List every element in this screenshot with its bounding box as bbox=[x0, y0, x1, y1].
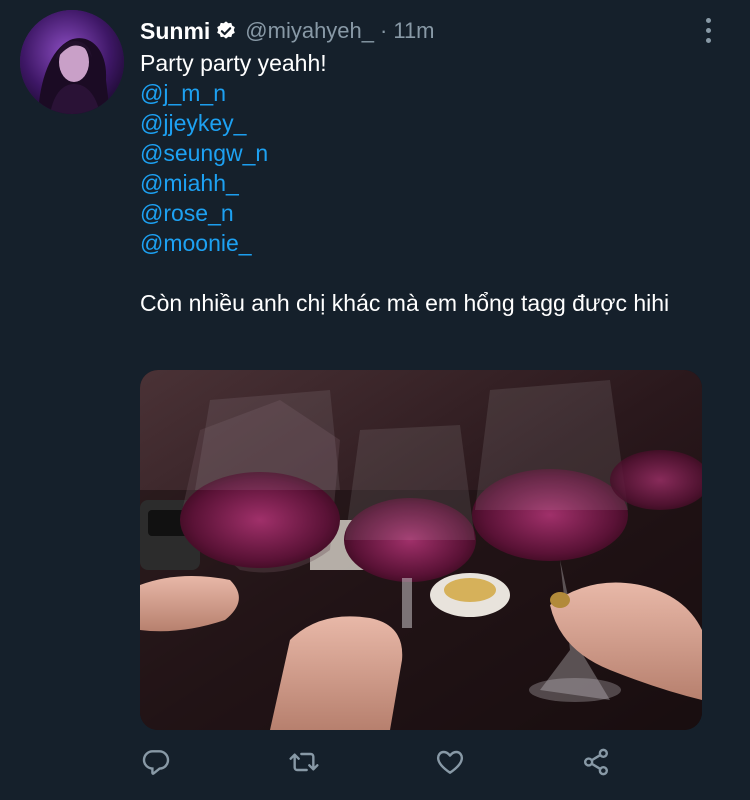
tweet-text-line: Còn nhiều anh chị khác mà em hổng tagg đ… bbox=[140, 290, 670, 316]
mention-link[interactable]: @j_m_n bbox=[140, 78, 700, 108]
tweet-text-line: Party party yeahh! bbox=[140, 50, 327, 76]
mention-link[interactable]: @moonie_ bbox=[140, 228, 700, 258]
mention-link[interactable]: @seungw_n bbox=[140, 138, 700, 168]
mention-link[interactable]: @rose_n bbox=[140, 198, 700, 228]
share-icon[interactable] bbox=[580, 746, 616, 782]
heart-icon[interactable] bbox=[434, 746, 470, 782]
tweet-header: Sunmi @miyahyeh_ · 11m bbox=[140, 14, 435, 48]
retweet-icon[interactable] bbox=[288, 746, 324, 782]
separator-dot: · bbox=[380, 18, 388, 43]
avatar[interactable] bbox=[20, 10, 124, 114]
tweet-text: Party party yeahh! @j_m_n @jjeykey_ @seu… bbox=[140, 48, 700, 318]
tweet: Sunmi @miyahyeh_ · 11m Party party yeahh… bbox=[0, 0, 750, 800]
tweet-timestamp[interactable]: 11m bbox=[393, 18, 434, 44]
reply-icon[interactable] bbox=[140, 746, 176, 782]
mention-link[interactable]: @jjeykey_ bbox=[140, 108, 700, 138]
tweet-actions bbox=[140, 746, 700, 786]
tweet-media-photo[interactable] bbox=[140, 370, 702, 730]
author-handle[interactable]: @miyahyeh_ bbox=[245, 18, 374, 44]
verified-badge-icon bbox=[217, 21, 236, 39]
author-name[interactable]: Sunmi bbox=[140, 18, 210, 45]
more-options-icon[interactable] bbox=[696, 16, 720, 44]
mention-link[interactable]: @miahh_ bbox=[140, 168, 700, 198]
